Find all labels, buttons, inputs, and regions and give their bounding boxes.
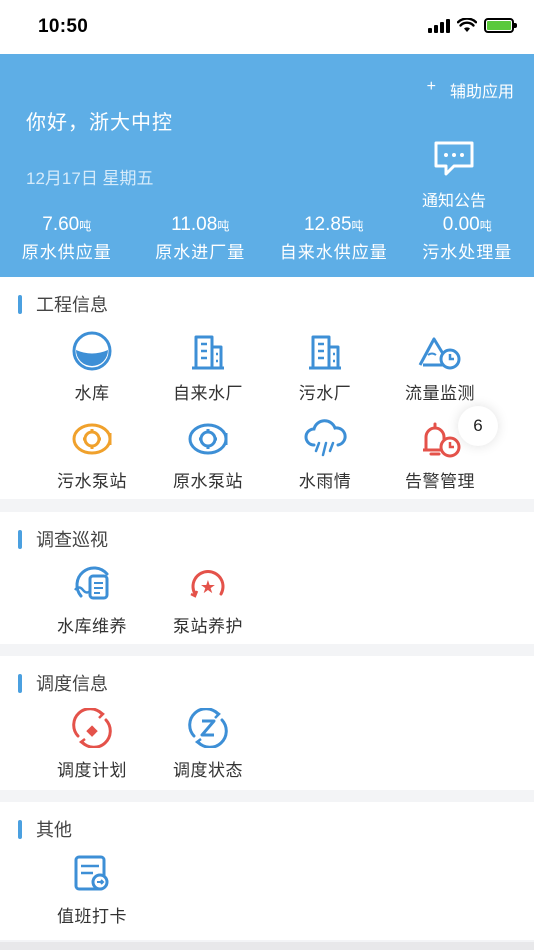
notice-icon <box>434 141 474 176</box>
wifi-icon <box>457 18 477 32</box>
tile-label: 值班打卡 <box>57 907 127 926</box>
aux-app-button[interactable]: + 辅助应用 <box>427 78 514 102</box>
sewage-pump-icon <box>72 423 112 455</box>
stat-value: 11.08 <box>171 214 218 235</box>
tile-pump-maintain[interactable]: ★ 泵站养护 <box>148 562 268 637</box>
stat-sewage[interactable]: 0.00吨 污水处理量 <box>401 214 534 263</box>
status-icons <box>428 18 517 33</box>
tile-water-plant[interactable]: 自来水厂 <box>148 329 268 404</box>
alarm-icon <box>423 422 461 458</box>
section-title: 调度信息 <box>18 670 108 696</box>
tile-rain[interactable]: 水雨情 <box>265 417 385 492</box>
notice-button[interactable]: 通知公告 <box>414 140 494 211</box>
dashboard-header: + 辅助应用 你好，浙大中控 12月17日 星期五 通知公告 7.60吨 原水供… <box>0 54 534 277</box>
status-bar: 10:50 <box>0 0 534 54</box>
section-title: 其他 <box>18 816 72 842</box>
section-title: 工程信息 <box>18 291 108 317</box>
rain-icon <box>304 419 347 457</box>
reservoir-maintain-icon <box>74 566 109 600</box>
sewage-plant-icon <box>309 335 341 370</box>
stat-raw-intake[interactable]: 11.08吨 原水进厂量 <box>134 214 268 263</box>
stat-value: 0.00 <box>442 214 480 235</box>
tile-reservoir[interactable]: 水库 <box>32 329 152 404</box>
tile-flow-monitor[interactable]: 流量监测 <box>380 329 500 404</box>
section-other: 其他 值班打卡 <box>0 802 534 940</box>
tile-label: 污水泵站 <box>57 472 127 491</box>
stat-value: 7.60 <box>42 214 80 235</box>
section-title: 调查巡视 <box>18 526 108 552</box>
battery-icon <box>484 18 517 33</box>
tile-label: 流量监测 <box>405 384 475 403</box>
tile-dispatch-plan[interactable]: ◆ 调度计划 <box>32 706 152 781</box>
tile-label: 水雨情 <box>298 472 352 491</box>
stat-unit: 吨 <box>217 219 230 233</box>
dispatch-plan-icon: ◆ <box>72 708 112 748</box>
stat-raw-supply[interactable]: 7.60吨 原水供应量 <box>0 214 134 263</box>
stats-row: 7.60吨 原水供应量 11.08吨 原水进厂量 12.85吨 自来水供应量 0… <box>0 214 534 263</box>
tile-label: 调度状态 <box>173 761 243 780</box>
stat-label: 原水进厂量 <box>155 243 246 262</box>
flow-monitor-icon <box>418 337 461 370</box>
svg-text:◆: ◆ <box>86 721 98 739</box>
stat-unit: 吨 <box>79 219 92 233</box>
stat-label: 污水处理量 <box>422 243 513 262</box>
date-text: 12月17日 星期五 <box>26 169 154 188</box>
tile-label: 告警管理 <box>405 472 475 491</box>
tile-label: 水库 <box>74 384 110 403</box>
notice-label: 通知公告 <box>421 193 486 210</box>
stat-label: 自来水供应量 <box>279 243 388 262</box>
greeting: 你好，浙大中控 <box>26 112 173 134</box>
section-inspection: 调查巡视 水库维养 ★ 泵站养护 <box>0 512 534 644</box>
stat-unit: 吨 <box>351 219 364 233</box>
aux-app-label: 辅助应用 <box>449 84 514 101</box>
tile-label: 污水厂 <box>298 384 352 403</box>
tile-clock-in[interactable]: 值班打卡 <box>32 852 152 927</box>
water-plant-icon <box>192 335 224 370</box>
tile-label: 水库维养 <box>57 617 127 636</box>
tile-raw-pump[interactable]: 原水泵站 <box>148 417 268 492</box>
section-engineering: 工程信息 水库 自来水厂 污水厂 流量监测 污水泵站 原水泵站 水雨情 告警管理 <box>0 277 534 499</box>
tile-label: 调度计划 <box>57 761 127 780</box>
section-dispatch: 调度信息 ◆ 调度计划 调度状态 <box>0 656 534 790</box>
home-indicator <box>0 942 534 950</box>
tile-reservoir-maintain[interactable]: 水库维养 <box>32 562 152 637</box>
tile-label: 自来水厂 <box>173 384 243 403</box>
stat-tap-supply[interactable]: 12.85吨 自来水供应量 <box>267 214 401 263</box>
svg-text:★: ★ <box>200 577 216 598</box>
dispatch-status-icon <box>188 708 228 748</box>
tile-sewage-pump[interactable]: 污水泵站 <box>32 417 152 492</box>
raw-pump-icon <box>188 423 228 455</box>
status-time: 10:50 <box>38 16 89 37</box>
tile-label: 原水泵站 <box>173 472 243 491</box>
alarm-count-badge[interactable]: 6 <box>458 406 498 446</box>
stat-unit: 吨 <box>479 219 492 233</box>
stat-value: 12.85 <box>303 214 352 235</box>
tile-sewage-plant[interactable]: 污水厂 <box>265 329 385 404</box>
stat-label: 原水供应量 <box>21 243 112 262</box>
tile-label: 泵站养护 <box>173 617 243 636</box>
clock-in-icon <box>74 855 109 891</box>
plus-icon: + <box>426 78 436 95</box>
signal-icon <box>428 18 450 33</box>
tile-dispatch-status[interactable]: 调度状态 <box>148 706 268 781</box>
pump-maintain-icon: ★ <box>190 570 225 598</box>
reservoir-icon <box>72 331 112 371</box>
